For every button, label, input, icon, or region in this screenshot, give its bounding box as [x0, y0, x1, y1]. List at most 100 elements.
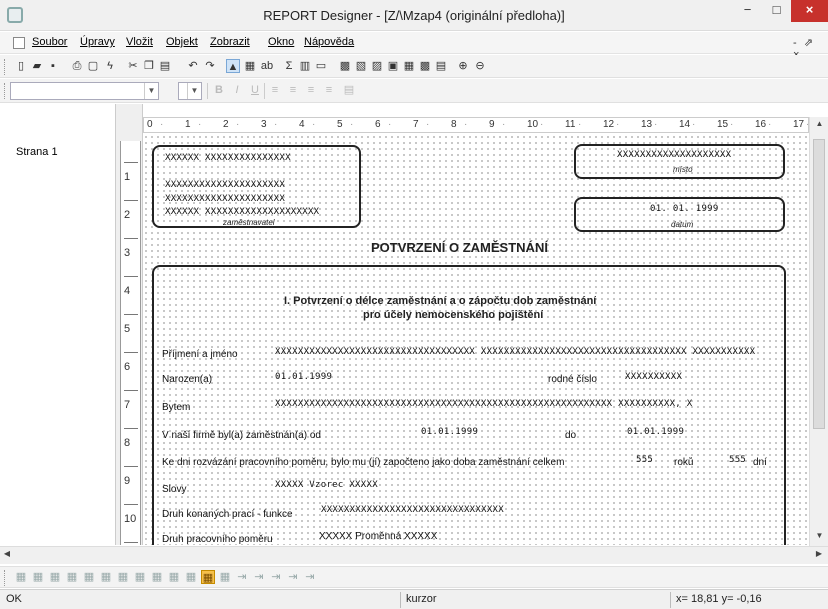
surname-value[interactable]: XXXXXXXXXXXXXXXXXXXXXXXXXXXXXXXXXXX XXXX…: [275, 347, 771, 357]
size-combo[interactable]: ▼: [178, 82, 202, 100]
job-type-label[interactable]: Druh konaných prací - funkce: [162, 509, 312, 520]
menu-objekt[interactable]: Objekt: [166, 36, 198, 48]
justify-icon[interactable]: ≡: [322, 83, 336, 97]
chevron-down-icon[interactable]: ▼: [144, 83, 158, 99]
print-icon[interactable]: ⎙: [70, 59, 84, 73]
text-icon[interactable]: ab: [260, 59, 274, 73]
contract-type-label[interactable]: Druh pracovního poměru: [162, 534, 292, 545]
paste-icon[interactable]: ▤: [158, 59, 172, 73]
years-label[interactable]: roků: [674, 457, 700, 468]
spread-icon[interactable]: ▦: [116, 570, 130, 584]
zoom-out-icon[interactable]: ⊖: [473, 59, 487, 73]
date-value[interactable]: 01. 01. 1999: [650, 204, 730, 214]
menu-napoveda[interactable]: Nápověda: [304, 36, 354, 48]
employed-to-label[interactable]: do: [565, 430, 581, 441]
scroll-right-icon[interactable]: ▶: [812, 549, 826, 563]
band6-icon[interactable]: ▤: [434, 59, 448, 73]
align-center-icon[interactable]: ▦: [31, 570, 45, 584]
address-value[interactable]: XXXXXXXXXXXXXXXXXXXXXXXXXXXXXXXXXXXXXXXX…: [275, 399, 771, 409]
image-icon[interactable]: ▭: [314, 59, 328, 73]
size-w-icon[interactable]: ▦: [150, 570, 164, 584]
undo-icon[interactable]: ↶: [186, 59, 200, 73]
band4-icon[interactable]: ▦: [402, 59, 416, 73]
address-label[interactable]: Bytem: [162, 402, 202, 413]
employer-line-2[interactable]: XXXXXXXXXXXXXXXXXXXXX: [165, 180, 335, 190]
open-icon[interactable]: ▰: [30, 59, 44, 73]
scroll-left-icon[interactable]: ◀: [0, 549, 14, 563]
toolbar-grip[interactable]: [4, 83, 7, 99]
format-icon[interactable]: ▤: [342, 83, 356, 97]
scroll-up-icon[interactable]: ▲: [810, 119, 828, 133]
born-label[interactable]: Narozen(a): [162, 374, 222, 385]
tab1-icon[interactable]: ⇥: [235, 570, 249, 584]
zoom-in-icon[interactable]: ⊕: [456, 59, 470, 73]
tab5-icon[interactable]: ⇥: [303, 570, 317, 584]
band2-icon[interactable]: ▨: [370, 59, 384, 73]
scroll-thumb[interactable]: [813, 139, 825, 429]
band3-icon[interactable]: ▣: [386, 59, 400, 73]
align-right-icon[interactable]: ▦: [48, 570, 62, 584]
menu-vlozit[interactable]: Vložit: [126, 36, 153, 48]
contract-type-value[interactable]: XXXXX Proměnná XXXXX: [319, 531, 459, 542]
page-list-item[interactable]: Strana 1: [16, 146, 58, 158]
employed-to-value[interactable]: 01.01.1999: [627, 427, 697, 437]
horizontal-scrollbar[interactable]: ◀ ▶: [0, 546, 828, 564]
employer-line-1[interactable]: XXXXXX XXXXXXXXXXXXXXX: [165, 153, 335, 163]
frame-icon[interactable]: ▦: [218, 570, 232, 584]
align-center-icon[interactable]: ≡: [286, 83, 300, 97]
align-left-icon[interactable]: ▦: [14, 570, 28, 584]
field-icon[interactable]: ▦: [243, 59, 257, 73]
size-both-icon[interactable]: ▦: [184, 570, 198, 584]
days-label[interactable]: dní: [753, 457, 773, 468]
birth-number-label[interactable]: rodné číslo: [548, 374, 608, 385]
print-preview-icon[interactable]: ▢: [86, 59, 100, 73]
years-value[interactable]: 555: [636, 455, 658, 465]
space-v-icon[interactable]: ▦: [99, 570, 113, 584]
space-h-icon[interactable]: ▦: [82, 570, 96, 584]
new-icon[interactable]: ▯: [14, 59, 28, 73]
document-icon[interactable]: [13, 37, 25, 49]
chevron-down-icon[interactable]: ▼: [187, 83, 201, 99]
main-title[interactable]: POTVRZENÍ O ZAMĚSTNÁNÍ: [371, 240, 548, 255]
surname-label[interactable]: Příjmení a jméno: [162, 349, 272, 360]
birth-number-value[interactable]: XXXXXXXXXX: [625, 372, 695, 382]
close-button[interactable]: ×: [791, 0, 828, 22]
vertical-scrollbar[interactable]: ▲ ▼: [809, 117, 828, 547]
place-value[interactable]: XXXXXXXXXXXXXXXXXXXX: [617, 150, 757, 160]
grid-icon[interactable]: ▦: [133, 570, 147, 584]
band-icon[interactable]: ▧: [354, 59, 368, 73]
report-canvas[interactable]: XXXXXX XXXXXXXXXXXXXXX XXXXXXXXXXXXXXXXX…: [143, 134, 809, 545]
scroll-down-icon[interactable]: ▼: [810, 531, 828, 545]
in-words-value[interactable]: XXXXX Vzorec XXXXX: [275, 480, 395, 490]
section-title-line-2[interactable]: pro účely nemocenského pojištění: [363, 309, 543, 321]
menu-soubor[interactable]: Soubor: [32, 36, 67, 48]
sum-icon[interactable]: Σ: [282, 59, 296, 73]
menu-zobrazit[interactable]: Zobrazit: [210, 36, 250, 48]
table-icon[interactable]: ▥: [298, 59, 312, 73]
tab2-icon[interactable]: ⇥: [252, 570, 266, 584]
menu-okno[interactable]: Okno: [268, 36, 294, 48]
pointer-icon[interactable]: ▲: [226, 59, 240, 73]
magic-icon[interactable]: ϟ: [103, 59, 117, 73]
copy-icon[interactable]: ❐: [142, 59, 156, 73]
total-period-label[interactable]: Ke dni rozvázání pracovního poměru, bylo…: [162, 457, 612, 468]
align-top-icon[interactable]: ▦: [65, 570, 79, 584]
font-combo[interactable]: ▼: [10, 82, 159, 100]
in-words-label[interactable]: Slovy: [162, 484, 202, 495]
underline-button[interactable]: U: [248, 83, 262, 97]
toolbar-grip[interactable]: [4, 59, 7, 75]
size-h-icon[interactable]: ▦: [167, 570, 181, 584]
maximize-button[interactable]: □: [762, 0, 791, 22]
toolbar-grip[interactable]: [4, 570, 7, 586]
grid-toggle-icon[interactable]: ▦: [201, 570, 215, 584]
section-title-line-1[interactable]: I. Potvrzení o délce zaměstnání a o zápo…: [284, 295, 596, 307]
italic-button[interactable]: I: [230, 83, 244, 97]
job-type-value[interactable]: XXXXXXXXXXXXXXXXXXXXXXXXXXXXXXXX: [321, 505, 541, 515]
menu-upravy[interactable]: Úpravy: [80, 36, 115, 48]
tab4-icon[interactable]: ⇥: [286, 570, 300, 584]
band5-icon[interactable]: ▩: [418, 59, 432, 73]
employed-from-value[interactable]: 01.01.1999: [421, 427, 491, 437]
employed-from-label[interactable]: V naší firmě byl(a) zaměstnán(a) od: [162, 430, 352, 441]
align-right-icon[interactable]: ≡: [304, 83, 318, 97]
bold-button[interactable]: B: [212, 83, 226, 97]
